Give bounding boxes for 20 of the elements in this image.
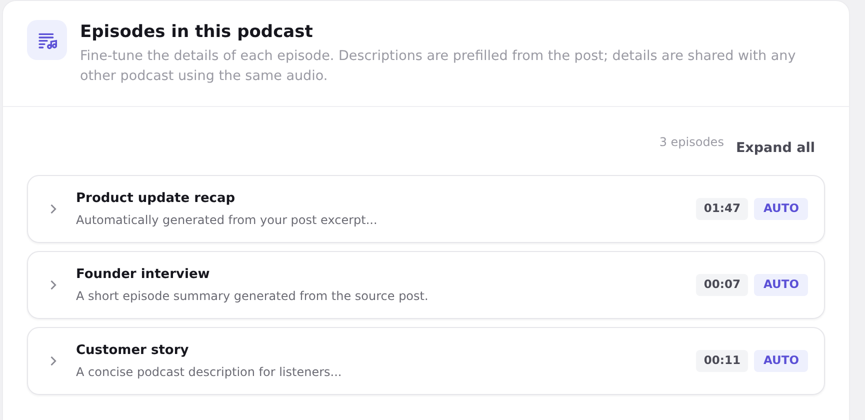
episode-title: Founder interview	[76, 266, 211, 284]
episode-title: Product update recap	[76, 190, 236, 208]
section-title: Episodes in this podcast	[80, 21, 314, 44]
expand-all-button[interactable]: Expand all	[736, 138, 815, 158]
episode-row[interactable]: Product update recap Automatically generated from your post excerpt... 01:47 AUTO	[27, 175, 825, 243]
episode-title: Customer story	[76, 342, 190, 360]
auto-badge: AUTO	[754, 274, 808, 296]
episode-count: 3 episodes	[659, 134, 724, 151]
episode-summary: Automatically generated from your post excerpt...	[76, 212, 378, 228]
auto-badge: AUTO	[754, 350, 808, 372]
duration-badge: 00:07	[696, 274, 748, 296]
duration-badge: 00:11	[696, 350, 748, 372]
section-description: Fine-tune the details of each episode. Descriptions are prefilled from the post; details are shared with any other podcast using the same audio.	[80, 47, 797, 86]
episode-summary: A concise podcast description for listeners...	[76, 364, 343, 380]
episode-row[interactable]: Founder interview A short episode summary generated from the source post. 00:07 AUTO	[27, 251, 825, 319]
episode-summary: A short episode summary generated from the source post.	[76, 288, 430, 304]
auto-badge: AUTO	[754, 198, 808, 220]
episode-row[interactable]: Customer story A concise podcast description for listeners... 00:11 AUTO	[27, 327, 825, 395]
duration-badge: 01:47	[696, 198, 748, 220]
playlist-icon	[27, 20, 67, 60]
